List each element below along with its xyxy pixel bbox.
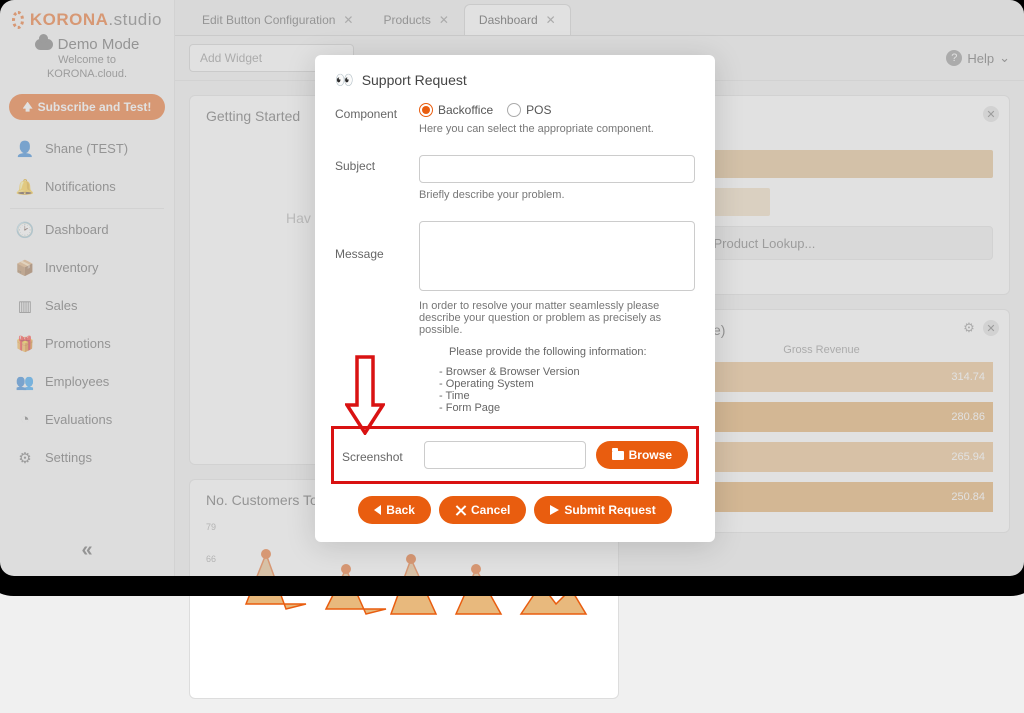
radio-dot-icon	[507, 103, 521, 117]
screenshot-path-input[interactable]	[424, 441, 586, 469]
back-button[interactable]: Back	[358, 496, 431, 524]
modal-title: 👀Support Request	[335, 71, 695, 89]
back-icon	[374, 505, 381, 515]
annotation-arrow	[345, 355, 385, 438]
label-subject: Subject	[335, 155, 407, 215]
label-component: Component	[335, 103, 407, 149]
hint-message: In order to resolve your matter seamless…	[419, 300, 695, 336]
radio-dot-icon	[419, 103, 433, 117]
browse-button[interactable]: Browse	[596, 441, 688, 469]
hint-component: Here you can select the appropriate comp…	[419, 123, 695, 135]
hint-subject: Briefly describe your problem.	[419, 189, 695, 201]
send-icon	[550, 505, 559, 515]
modal-buttons: Back Cancel Submit Request	[335, 496, 695, 524]
screenshot-row-highlight: Screenshot Browse	[331, 426, 699, 484]
submit-button[interactable]: Submit Request	[534, 496, 671, 524]
message-textarea[interactable]	[419, 221, 695, 291]
radio-pos[interactable]: POS	[507, 103, 551, 117]
radio-backoffice[interactable]: Backoffice	[419, 103, 493, 117]
cancel-icon	[455, 505, 466, 516]
eyes-icon: 👀	[335, 71, 354, 89]
subject-input[interactable]	[419, 155, 695, 183]
support-request-modal: 👀Support Request Component Backoffice PO…	[315, 55, 715, 542]
folder-icon	[612, 451, 624, 460]
cancel-button[interactable]: Cancel	[439, 496, 526, 524]
info-heading: Please provide the following information…	[419, 346, 695, 358]
label-screenshot: Screenshot	[342, 446, 414, 464]
info-list: - Browser & Browser Version - Operating …	[419, 366, 695, 414]
